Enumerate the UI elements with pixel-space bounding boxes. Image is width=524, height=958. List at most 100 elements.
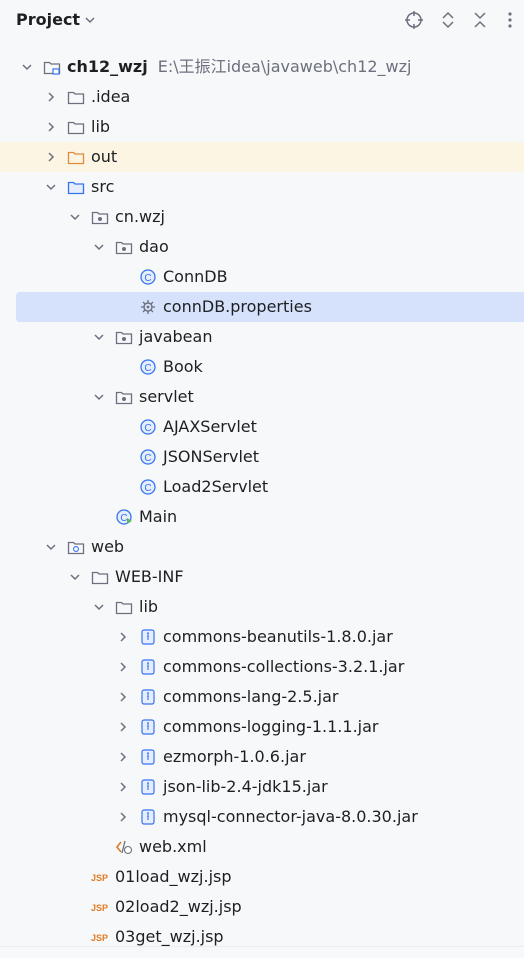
tree-node[interactable]: out <box>0 142 524 172</box>
svg-text:C: C <box>144 423 151 434</box>
chevron-down-icon[interactable] <box>68 570 82 584</box>
more-options-icon[interactable] <box>500 10 520 30</box>
locate-target-icon[interactable] <box>404 10 424 30</box>
chevron-down-icon[interactable] <box>83 13 97 27</box>
chevron-right-icon[interactable] <box>44 90 58 104</box>
tree-node-label: ConnDB <box>163 267 228 286</box>
chevron-right-icon[interactable] <box>116 630 130 644</box>
tree-node-label: Main <box>139 507 178 526</box>
tree-node[interactable]: commons-beanutils-1.8.0.jar <box>0 622 524 652</box>
tree-node[interactable]: JSP 02load2_wzj.jsp <box>0 892 524 922</box>
tree-node[interactable]: JSP 01load_wzj.jsp <box>0 862 524 892</box>
svg-text:C: C <box>144 483 151 494</box>
tree-node-label: ch12_wzj E:\王振江idea\javaweb\ch12_wzj <box>67 57 412 76</box>
tree-node[interactable]: ezmorph-1.0.6.jar <box>0 742 524 772</box>
tree-node-label: mysql-connector-java-8.0.30.jar <box>163 807 418 826</box>
chevron-down-icon[interactable] <box>92 330 106 344</box>
tree-node[interactable]: ch12_wzj E:\王振江idea\javaweb\ch12_wzj <box>0 52 524 82</box>
tree-node-label: ezmorph-1.0.6.jar <box>163 747 306 766</box>
svg-text:JSP: JSP <box>91 873 108 883</box>
jsp-file-icon: JSP <box>91 873 108 883</box>
tree-node[interactable]: dao <box>0 232 524 262</box>
tree-node-label: json-lib-2.4-jdk15.jar <box>163 777 328 796</box>
chevron-down-icon[interactable] <box>92 390 106 404</box>
chevron-right-icon[interactable] <box>44 120 58 134</box>
tree-node[interactable]: C JSONServlet <box>0 442 524 472</box>
project-view-title[interactable]: Project <box>16 10 80 29</box>
tree-node[interactable]: json-lib-2.4-jdk15.jar <box>0 772 524 802</box>
chevron-right-icon[interactable] <box>44 150 58 164</box>
chevron-down-icon[interactable] <box>68 210 82 224</box>
tree-node[interactable]: WEB-INF <box>0 562 524 592</box>
package-icon <box>115 331 133 345</box>
svg-text:C: C <box>120 513 127 524</box>
chevron-down-icon[interactable] <box>44 540 58 554</box>
project-tree[interactable]: ch12_wzj E:\王振江idea\javaweb\ch12_wzj .idea… <box>0 52 524 952</box>
tree-node-label: dao <box>139 237 169 256</box>
main-class-icon: C <box>116 509 132 525</box>
jsp-file-icon: JSP <box>91 903 108 913</box>
tree-node-label: javabean <box>139 327 213 346</box>
svg-text:C: C <box>144 453 151 464</box>
collapse-all-icon[interactable] <box>470 10 490 30</box>
chevron-right-icon[interactable] <box>116 660 130 674</box>
class-icon: C <box>140 419 156 435</box>
tree-node[interactable]: C Book <box>0 352 524 382</box>
folder-icon <box>67 91 85 105</box>
tree-node-label: web.xml <box>139 837 207 856</box>
chevron-right-icon[interactable] <box>116 720 130 734</box>
tree-node-label: .idea <box>91 87 131 106</box>
xml-file-icon <box>115 840 133 855</box>
tree-node[interactable]: lib <box>0 112 524 142</box>
chevron-down-icon[interactable] <box>92 600 106 614</box>
tree-node[interactable]: commons-collections-3.2.1.jar <box>0 652 524 682</box>
chevron-down-icon[interactable] <box>44 180 58 194</box>
chevron-right-icon[interactable] <box>116 750 130 764</box>
tree-node-label: connDB.properties <box>163 297 312 316</box>
tree-node[interactable]: C AJAXServlet <box>0 412 524 442</box>
tree-node-label: Load2Servlet <box>163 477 269 496</box>
tree-node-label: commons-lang-2.5.jar <box>163 687 339 706</box>
chevron-down-icon[interactable] <box>20 60 34 74</box>
tree-node[interactable]: src <box>0 172 524 202</box>
package-icon <box>91 211 109 225</box>
tree-node-label: JSONServlet <box>163 447 260 466</box>
tree-node-label: lib <box>139 597 159 616</box>
tree-node[interactable]: C Main <box>0 502 524 532</box>
tree-node[interactable]: web.xml <box>0 832 524 862</box>
expand-all-icon[interactable] <box>438 10 458 30</box>
tree-node-label: servlet <box>139 387 194 406</box>
chevron-right-icon[interactable] <box>116 780 130 794</box>
svg-text:C: C <box>144 273 151 284</box>
chevron-right-icon[interactable] <box>116 690 130 704</box>
tree-node[interactable]: commons-logging-1.1.1.jar <box>0 712 524 742</box>
horizontal-scrollbar[interactable] <box>0 946 524 958</box>
tree-node[interactable]: mysql-connector-java-8.0.30.jar <box>0 802 524 832</box>
tree-node[interactable]: lib <box>0 592 524 622</box>
svg-text:C: C <box>144 363 151 374</box>
tree-node[interactable]: .idea <box>0 82 524 112</box>
tree-node-label: commons-beanutils-1.8.0.jar <box>163 627 393 646</box>
chevron-down-icon[interactable] <box>92 240 106 254</box>
tree-node-label: WEB-INF <box>115 567 184 586</box>
folder-icon <box>67 121 85 135</box>
tree-node[interactable]: commons-lang-2.5.jar <box>0 682 524 712</box>
web-folder-icon <box>67 541 85 555</box>
jar-archive-icon <box>141 719 155 735</box>
tree-node[interactable]: C Load2Servlet <box>0 472 524 502</box>
tree-node[interactable]: servlet <box>0 382 524 412</box>
tree-node[interactable]: web <box>0 532 524 562</box>
class-icon: C <box>140 269 156 285</box>
tree-node-label: commons-collections-3.2.1.jar <box>163 657 405 676</box>
chevron-right-icon[interactable] <box>116 810 130 824</box>
tree-node[interactable]: C ConnDB <box>0 262 524 292</box>
jar-archive-icon <box>141 809 155 825</box>
tree-node-label: src <box>91 177 115 196</box>
tree-node[interactable]: cn.wzj <box>0 202 524 232</box>
tree-node-label: lib <box>91 117 111 136</box>
class-icon: C <box>140 449 156 465</box>
tree-node[interactable]: javabean <box>0 322 524 352</box>
tree-node[interactable]: connDB.properties <box>16 292 524 322</box>
tree-node-label: commons-logging-1.1.1.jar <box>163 717 379 736</box>
module-path: E:\王振江idea\javaweb\ch12_wzj <box>157 57 412 76</box>
